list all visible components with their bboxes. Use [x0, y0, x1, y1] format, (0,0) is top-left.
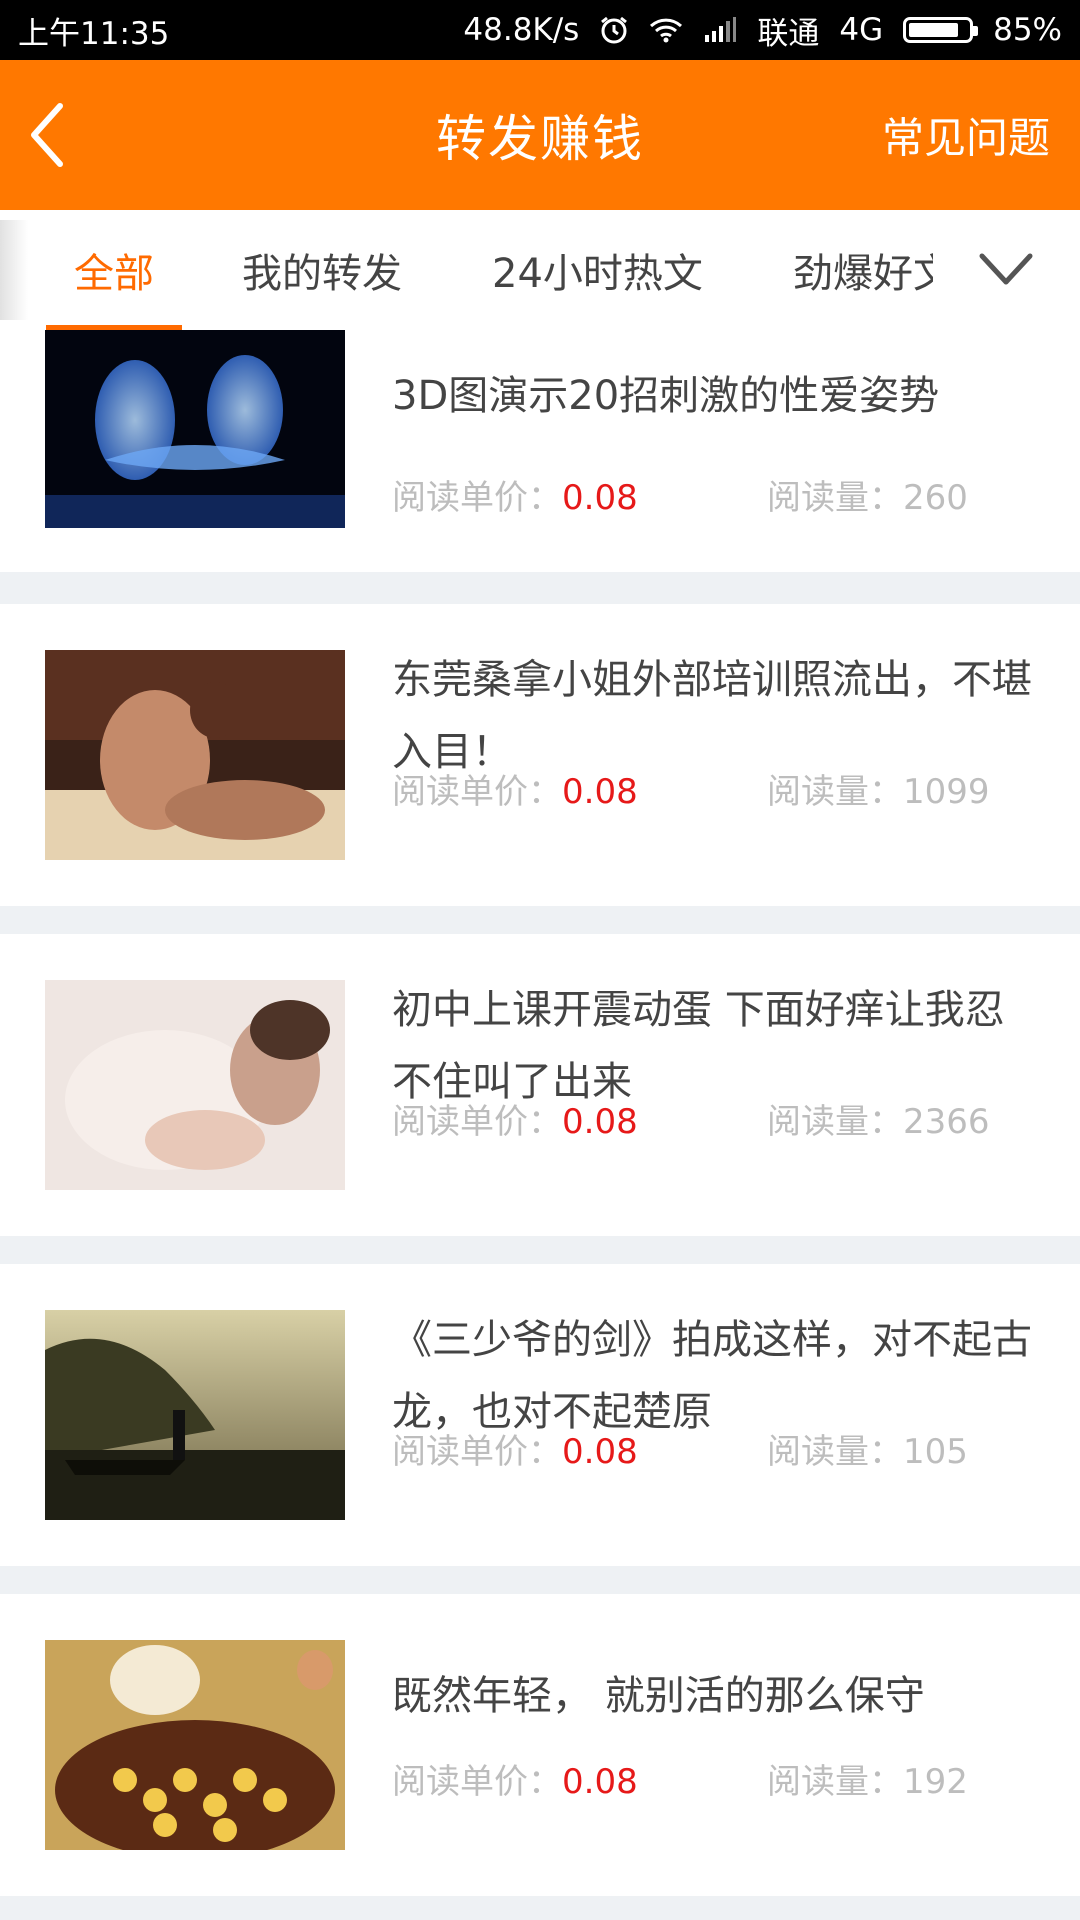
price-info: 阅读单价：0.08	[392, 1094, 638, 1143]
price-info: 阅读单价：0.08	[392, 764, 638, 813]
tab-24h-hot[interactable]: 24小时热文	[492, 210, 703, 330]
article-title: 既然年轻， 就别活的那么保守	[392, 1673, 925, 1719]
reads-label: 阅读量：	[767, 1762, 903, 1802]
read-count: 阅读量：192	[767, 1754, 968, 1803]
reads-value: 192	[903, 1762, 968, 1802]
tab-all[interactable]: 全部	[46, 210, 182, 330]
category-tabbar: 全部 我的转发 24小时热文 劲爆好文	[0, 210, 1080, 330]
wifi-icon	[649, 17, 683, 43]
read-count: 阅读量：1099	[767, 764, 990, 813]
status-bar: 上午11:35 48.8K/s 联通 4G 85%	[0, 0, 1080, 60]
price-info: 阅读单价：0.08	[392, 470, 638, 519]
list-item[interactable]: 既然年轻， 就别活的那么保守 阅读单价：0.08 阅读量：192	[0, 1594, 1080, 1896]
article-title: 3D图演示20招刺激的性爱姿势	[392, 373, 940, 419]
reads-label: 阅读量：	[767, 772, 903, 812]
price-label: 阅读单价：	[392, 1762, 562, 1802]
scroll-shadow	[0, 220, 28, 320]
faq-button[interactable]: 常见问题	[882, 105, 1050, 166]
reads-value: 1099	[903, 772, 990, 812]
read-count: 阅读量：260	[767, 470, 968, 519]
price-label: 阅读单价：	[392, 1102, 562, 1142]
price-label: 阅读单价：	[392, 772, 562, 812]
list-item[interactable]: 3D图演示20招刺激的性爱姿势 阅读单价：0.08 阅读量：260	[0, 330, 1080, 572]
article-thumbnail	[45, 330, 345, 528]
list-item[interactable]: 《三少爷的剑》拍成这样，对不起古龙，也对不起楚原 阅读单价：0.08 阅读量：1…	[0, 1264, 1080, 1566]
reads-value: 2366	[903, 1102, 990, 1142]
app-header: 转发赚钱 常见问题	[0, 60, 1080, 210]
page-title: 转发赚钱	[436, 110, 644, 168]
tab-hot-articles[interactable]: 劲爆好文	[793, 210, 933, 330]
network-type: 4G	[839, 12, 884, 48]
price-value: 0.08	[562, 1102, 638, 1142]
alarm-icon	[599, 15, 629, 45]
list-item[interactable]: 初中上课开震动蛋 下面好痒让我忍不住叫了出来 阅读单价：0.08 阅读量：236…	[0, 934, 1080, 1236]
read-count: 阅读量：105	[767, 1424, 968, 1473]
price-value: 0.08	[562, 1762, 638, 1802]
price-label: 阅读单价：	[392, 1432, 562, 1472]
battery-percent: 85%	[993, 12, 1062, 48]
reads-label: 阅读量：	[767, 478, 903, 518]
price-info: 阅读单价：0.08	[392, 1754, 638, 1803]
article-thumbnail	[45, 980, 345, 1190]
article-thumbnail	[45, 650, 345, 860]
article-thumbnail	[45, 1640, 345, 1850]
chevron-down-icon	[979, 253, 1033, 285]
price-value: 0.08	[562, 478, 638, 518]
network-speed: 48.8K/s	[463, 12, 580, 48]
back-button[interactable]	[26, 102, 86, 168]
carrier-name: 联通	[757, 15, 820, 52]
list-item[interactable]: 东莞桑拿小姐外部培训照流出，不堪入目！ 阅读单价：0.08 阅读量：1099	[0, 604, 1080, 906]
article-thumbnail	[45, 1310, 345, 1520]
price-value: 0.08	[562, 1432, 638, 1472]
price-value: 0.08	[562, 772, 638, 812]
price-info: 阅读单价：0.08	[392, 1424, 638, 1473]
battery-icon	[903, 17, 979, 43]
tab-my-shares[interactable]: 我的转发	[242, 210, 402, 330]
status-time: 上午11:35	[18, 15, 170, 52]
reads-label: 阅读量：	[767, 1432, 903, 1472]
status-indicators: 48.8K/s 联通 4G 85%	[463, 8, 1062, 53]
reads-value: 260	[903, 478, 968, 518]
chevron-left-icon	[31, 103, 63, 167]
price-label: 阅读单价：	[392, 478, 562, 518]
reads-label: 阅读量：	[767, 1102, 903, 1142]
reads-value: 105	[903, 1432, 968, 1472]
signal-icon	[703, 17, 737, 43]
expand-tabs-button[interactable]	[978, 246, 1034, 294]
read-count: 阅读量：2366	[767, 1094, 990, 1143]
